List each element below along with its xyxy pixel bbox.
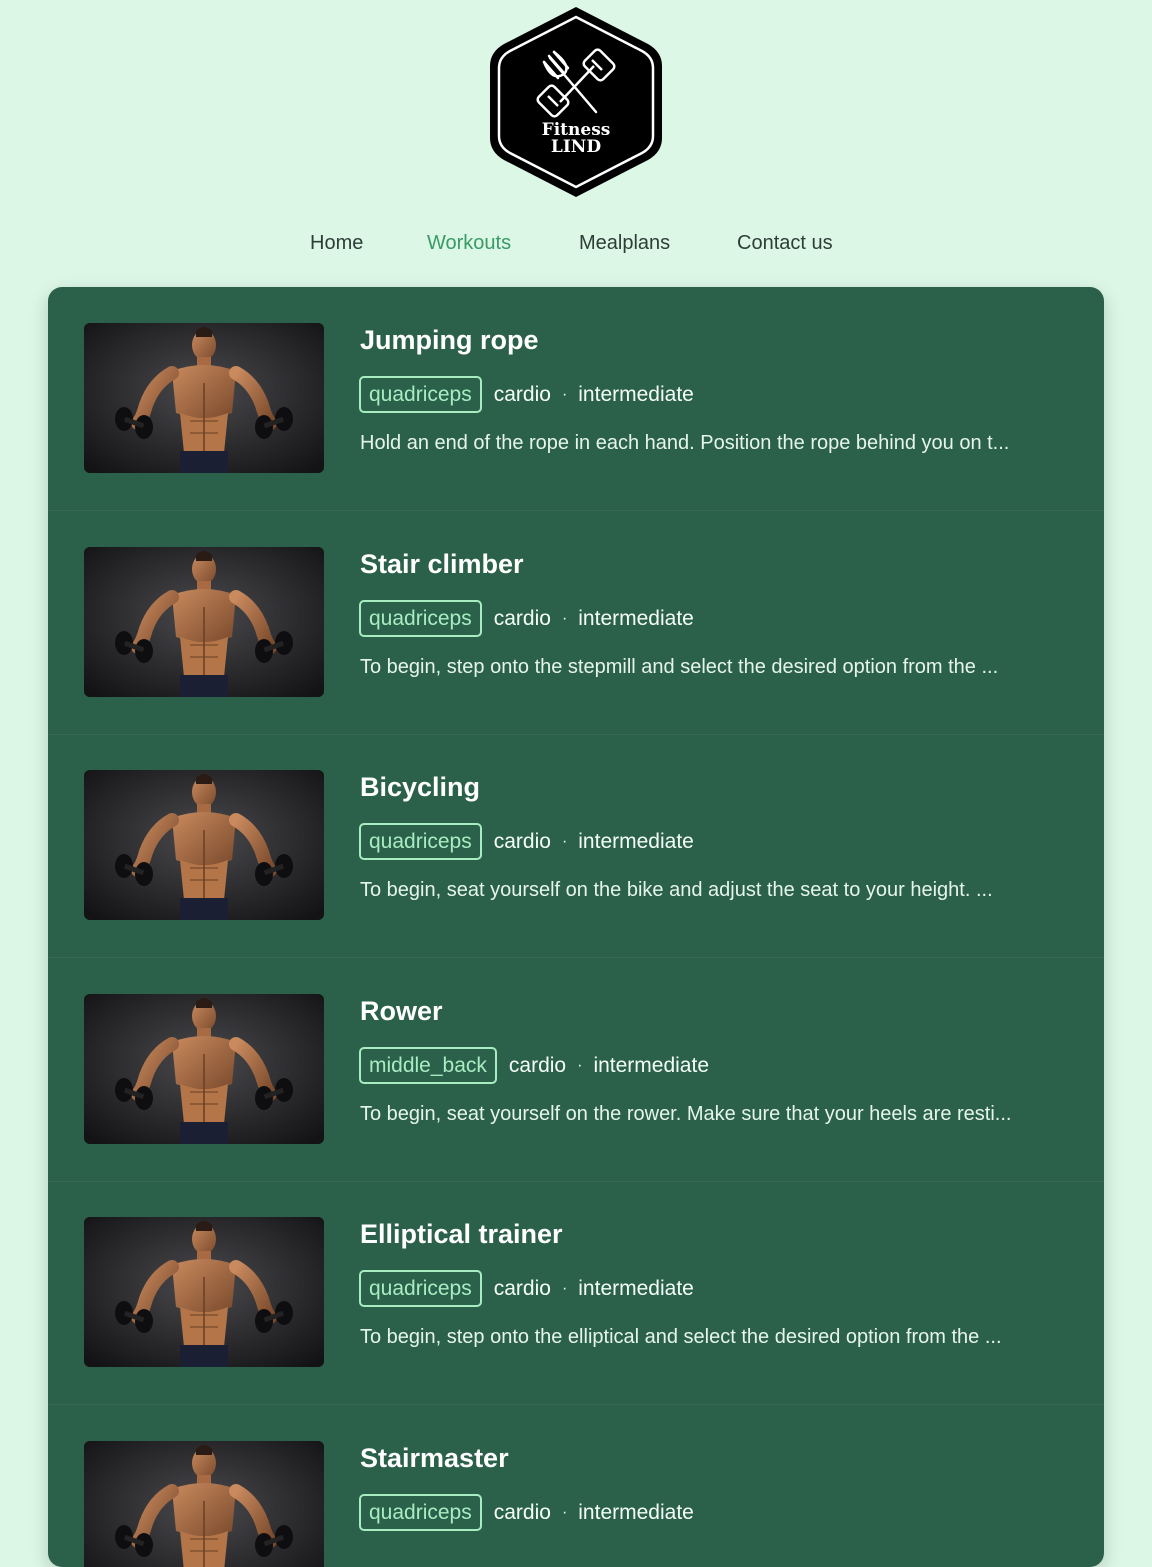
- workout-title: Jumping rope: [360, 325, 539, 355]
- workout-meta: quadriceps cardio · intermediate: [359, 823, 694, 860]
- logo-text-line2: LIND: [551, 137, 601, 157]
- workout-type: cardio: [493, 829, 551, 853]
- bodybuilder-image: [84, 1441, 324, 1567]
- workout-title: Bicycling: [360, 772, 481, 802]
- workout-row[interactable]: Jumping rope quadriceps cardio · interme…: [48, 287, 1104, 511]
- workout-list: Jumping rope quadriceps cardio · interme…: [48, 287, 1104, 1567]
- workout-type: cardio: [493, 382, 551, 406]
- workout-row[interactable]: Rower middle_back cardio · intermediate …: [48, 958, 1104, 1182]
- workout-level: intermediate: [578, 1276, 694, 1300]
- nav-workouts-link[interactable]: Workouts: [427, 228, 511, 258]
- main-nav: Home Workouts Mealplans Contact us: [0, 228, 1152, 258]
- workout-description: Hold an end of the rope in each hand. Po…: [360, 432, 1010, 454]
- workout-thumbnail: [84, 1441, 324, 1567]
- nav-contact-link[interactable]: Contact us: [737, 228, 833, 258]
- workout-meta: middle_back cardio · intermediate: [359, 1047, 709, 1084]
- workout-row[interactable]: Bicycling quadriceps cardio · intermedia…: [48, 734, 1104, 958]
- workout-meta: quadriceps cardio · intermediate: [359, 1270, 694, 1307]
- workout-description: To begin, step onto the stepmill and sel…: [360, 656, 999, 678]
- workout-thumbnail: [84, 770, 324, 920]
- bodybuilder-image: [84, 323, 324, 473]
- meta-separator: ·: [561, 385, 568, 403]
- workout-row[interactable]: Stairmaster quadriceps cardio · intermed…: [48, 1405, 1104, 1567]
- workout-level: intermediate: [593, 1053, 709, 1077]
- workout-thumbnail: [84, 547, 324, 697]
- workout-thumbnail: [84, 1217, 324, 1367]
- workout-level: intermediate: [578, 829, 694, 853]
- muscle-tag: quadriceps: [359, 823, 482, 860]
- muscle-tag: quadriceps: [359, 1270, 482, 1307]
- bodybuilder-image: [84, 770, 324, 920]
- bodybuilder-image: [84, 547, 324, 697]
- workout-type: cardio: [508, 1053, 567, 1077]
- workout-type: cardio: [493, 1276, 551, 1300]
- workout-thumbnail: [84, 994, 324, 1144]
- workout-description: To begin, seat yourself on the rower. Ma…: [360, 1103, 1012, 1125]
- meta-separator: ·: [577, 1056, 583, 1074]
- muscle-tag: middle_back: [359, 1047, 497, 1084]
- workout-title: Stairmaster: [360, 1443, 509, 1473]
- meta-separator: ·: [561, 1279, 568, 1297]
- muscle-tag: quadriceps: [359, 600, 482, 637]
- workout-description: To begin, seat yourself on the bike and …: [360, 879, 993, 901]
- muscle-tag: quadriceps: [359, 1494, 482, 1531]
- workout-title: Rower: [360, 996, 443, 1026]
- workout-meta: quadriceps cardio · intermediate: [359, 376, 694, 413]
- muscle-tag: quadriceps: [359, 376, 482, 413]
- meta-separator: ·: [561, 832, 568, 850]
- meta-separator: ·: [561, 609, 568, 627]
- workout-level: intermediate: [578, 382, 694, 406]
- bodybuilder-image: [84, 1217, 324, 1367]
- workout-type: cardio: [493, 606, 551, 630]
- workout-thumbnail: [84, 323, 324, 473]
- workout-row[interactable]: Elliptical trainer quadriceps cardio · i…: [48, 1181, 1104, 1405]
- workout-row[interactable]: Stair climber quadriceps cardio · interm…: [48, 511, 1104, 735]
- meta-separator: ·: [561, 1503, 568, 1521]
- workout-meta: quadriceps cardio · intermediate: [359, 1494, 694, 1531]
- workout-title: Stair climber: [360, 549, 524, 579]
- bodybuilder-image: [84, 994, 324, 1144]
- site-logo[interactable]: Fitness LIND: [486, 4, 666, 200]
- workout-type: cardio: [493, 1500, 551, 1524]
- nav-home-link[interactable]: Home: [310, 228, 363, 258]
- workout-description: To begin, step onto the elliptical and s…: [360, 1326, 1002, 1348]
- nav-mealplans-link[interactable]: Mealplans: [579, 228, 670, 258]
- workout-title: Elliptical trainer: [360, 1219, 563, 1249]
- workout-level: intermediate: [578, 1500, 694, 1524]
- workout-level: intermediate: [578, 606, 694, 630]
- workout-meta: quadriceps cardio · intermediate: [359, 600, 694, 637]
